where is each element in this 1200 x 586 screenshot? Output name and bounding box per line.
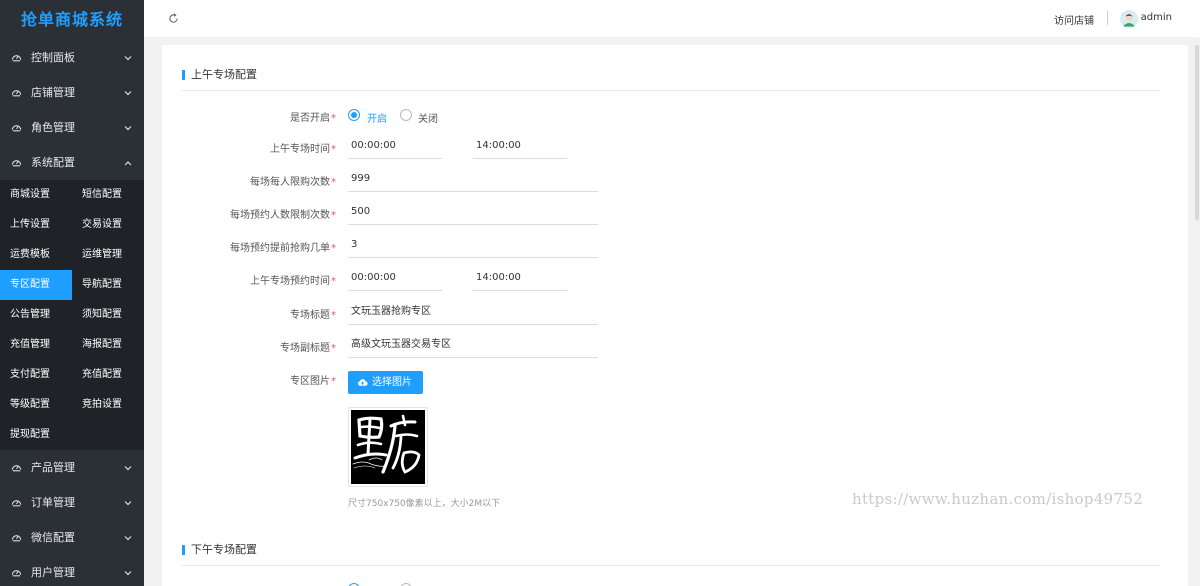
sidebar-menu-label: 产品管理 — [31, 461, 75, 474]
per-user-limit-input[interactable]: 999 — [348, 166, 598, 192]
chevron-down-icon — [124, 466, 132, 471]
zone-image-preview[interactable] — [348, 407, 428, 487]
sidebar-menu-label: 订单管理 — [31, 496, 75, 509]
zone-image-label: 专区图片* — [290, 376, 336, 387]
calligraphy-logo — [351, 410, 425, 484]
chevron-up-icon — [124, 161, 132, 166]
enabled-label: 是否开启* — [290, 113, 336, 124]
dashboard-icon — [11, 535, 22, 542]
submenu-item[interactable]: 商城设置 — [0, 180, 72, 210]
afternoon-section-title: 下午专场配置 — [182, 542, 257, 558]
dashboard-icon — [11, 570, 22, 577]
submenu-item[interactable]: 等级配置 — [0, 390, 72, 420]
choose-image-button[interactable]: 选择图片 — [348, 371, 423, 394]
top-header: 访问店铺 admin — [144, 0, 1200, 37]
submenu-item[interactable]: 专区配置 — [0, 270, 72, 300]
watermark-text: https://www.huzhan.com/ishop49752 — [852, 490, 1144, 508]
session-end-input[interactable]: 14:00:00 — [473, 133, 567, 159]
radio-enabled-off[interactable] — [400, 109, 412, 121]
sidebar-menu-label: 控制面板 — [31, 51, 75, 64]
reserve-user-limit-label: 每场预约人数限制次数* — [230, 210, 336, 221]
sidebar-menu-label: 用户管理 — [31, 566, 75, 579]
submenu-item[interactable]: 提现配置 — [0, 420, 72, 450]
scrollbar-thumb[interactable] — [1195, 45, 1199, 220]
morning-section-title: 上午专场配置 — [182, 67, 257, 83]
system-config-submenu: 商城设置 短信配置 上传设置 交易设置 运费模板 运维管理 专区配置 导航配置 公告管理 须知配置… — [0, 180, 144, 450]
zone-subtitle-label: 专场副标题* — [280, 343, 336, 354]
choose-image-label: 选择图片 — [372, 377, 412, 388]
dashboard-icon — [11, 90, 22, 97]
reserve-ahead-input[interactable]: 3 — [348, 232, 598, 258]
reserve-start-input[interactable]: 00:00:00 — [348, 265, 442, 291]
visit-store-link[interactable]: 访问店铺 — [1054, 12, 1094, 27]
sidebar-menu-item[interactable]: 控制面板 — [0, 40, 144, 75]
chevron-down-icon — [124, 126, 132, 131]
submenu-item[interactable]: 公告管理 — [0, 300, 72, 330]
submenu-item[interactable]: 须知配置 — [72, 300, 144, 330]
per-user-limit-label: 每场每人限购次数* — [250, 177, 336, 188]
submenu-item[interactable]: 交易设置 — [72, 210, 144, 240]
zone-title-label: 专场标题* — [290, 310, 336, 321]
section-divider — [182, 90, 1161, 91]
refresh-icon[interactable] — [168, 13, 179, 24]
submenu-item[interactable]: 支付配置 — [0, 360, 72, 390]
chevron-down-icon — [124, 91, 132, 96]
submenu-item[interactable]: 竞拍设置 — [72, 390, 144, 420]
chevron-down-icon — [124, 536, 132, 541]
radio-enabled-off-label[interactable]: 关闭 — [418, 110, 438, 125]
sidebar-menu-label: 店铺管理 — [31, 86, 75, 99]
session-time-label: 上午专场时间* — [270, 144, 336, 155]
chevron-down-icon — [124, 56, 132, 61]
sidebar-menu-label: 角色管理 — [31, 121, 75, 134]
dashboard-icon — [11, 465, 22, 472]
submenu-item[interactable]: 海报配置 — [72, 330, 144, 360]
chevron-down-icon — [124, 501, 132, 506]
header-separator — [1107, 11, 1108, 25]
sidebar-menu-label: 微信配置 — [31, 531, 75, 544]
submenu-item[interactable]: 导航配置 — [72, 270, 144, 300]
cloud-upload-icon — [357, 379, 368, 386]
dashboard-icon — [11, 125, 22, 132]
sidebar-menu-item[interactable]: 角色管理 — [0, 110, 144, 145]
submenu-item[interactable]: 运维管理 — [72, 240, 144, 270]
dashboard-icon — [11, 500, 22, 507]
zone-subtitle-input[interactable]: 高级文玩玉器交易专区 — [348, 332, 598, 358]
submenu-item[interactable]: 上传设置 — [0, 210, 72, 240]
page-scrollbar[interactable] — [1194, 37, 1200, 586]
sidebar: 抢单商城系统 控制面板店铺管理角色管理系统配置 商城设置 短信配置 上传设置 交易设置… — [0, 0, 144, 586]
sidebar-menu-item[interactable]: 订单管理 — [0, 485, 144, 520]
reserve-end-input[interactable]: 14:00:00 — [473, 265, 567, 291]
submenu-item[interactable]: 短信配置 — [72, 180, 144, 210]
dashboard-icon — [11, 160, 22, 167]
username[interactable]: admin — [1141, 12, 1172, 23]
user-avatar-icon — [1120, 10, 1138, 28]
sidebar-menu-item[interactable]: 产品管理 — [0, 450, 144, 485]
reserve-time-label: 上午专场预约时间* — [250, 276, 336, 287]
sidebar-menu-label: 系统配置 — [31, 156, 75, 169]
sidebar-menu-item[interactable]: 店铺管理 — [0, 75, 144, 110]
sidebar-menu-item[interactable]: 微信配置 — [0, 520, 144, 555]
submenu-item[interactable]: 运费模板 — [0, 240, 72, 270]
image-size-hint: 尺寸750x750像素以上，大小2M以下 — [348, 499, 501, 509]
sidebar-menu-item[interactable]: 系统配置 — [0, 145, 144, 180]
sidebar-menu-item[interactable]: 用户管理 — [0, 555, 144, 586]
radio-enabled-on[interactable] — [348, 109, 360, 121]
submenu-item[interactable]: 充值配置 — [72, 360, 144, 390]
app-brand: 抢单商城系统 — [20, 10, 123, 29]
reserve-ahead-label: 每场预约提前抢购几单* — [230, 243, 336, 254]
reserve-user-limit-input[interactable]: 500 — [348, 199, 598, 225]
zone-title-input[interactable]: 文玩玉器抢购专区 — [348, 299, 598, 325]
radio-enabled-on-label[interactable]: 开启 — [367, 110, 387, 125]
section-divider — [182, 565, 1161, 566]
chevron-down-icon — [124, 571, 132, 576]
calligraphy-logo-image — [351, 410, 425, 484]
submenu-item[interactable]: 充值管理 — [0, 330, 72, 360]
session-start-input[interactable]: 00:00:00 — [348, 133, 442, 159]
avatar[interactable] — [1120, 10, 1138, 28]
dashboard-icon — [11, 55, 22, 62]
